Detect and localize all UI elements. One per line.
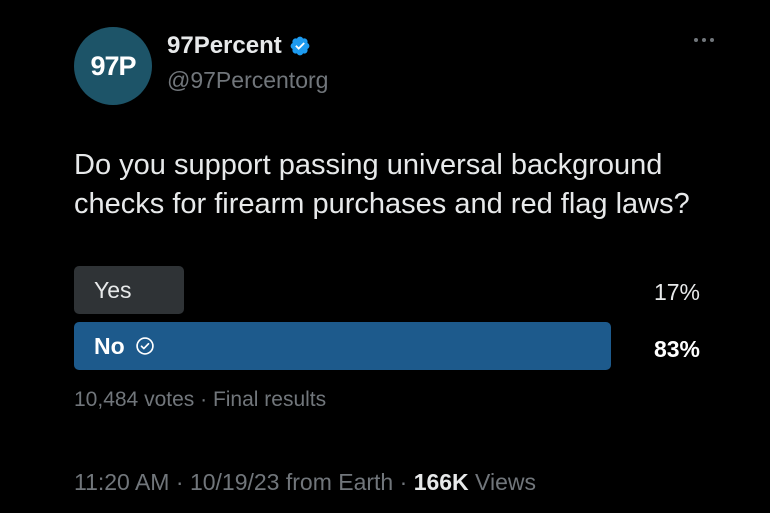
tweet-time[interactable]: 11:20 AM [74, 469, 169, 495]
poll-option-no: No [74, 322, 611, 370]
poll-option-label: No [94, 332, 125, 359]
separator: · [194, 388, 213, 411]
avatar[interactable]: 97P [74, 27, 152, 105]
display-name[interactable]: 97Percent [167, 32, 311, 60]
poll-option-yes: Yes [74, 266, 184, 314]
check-circle-icon [135, 337, 154, 355]
more-options-icon[interactable] [694, 38, 714, 42]
poll-option-percent: 17% [653, 279, 700, 305]
tweet-source: from Earth [279, 469, 394, 495]
avatar-text: 97P [90, 50, 136, 81]
divider [74, 438, 734, 439]
poll-option-percent: 83% [653, 336, 700, 362]
tweet-date[interactable]: 10/19/23 [190, 469, 280, 495]
tweet-text: Do you support passing universal backgro… [74, 149, 690, 220]
display-name-text: 97Percent [167, 32, 282, 59]
vote-count: 10,484 votes [74, 388, 195, 411]
views-label: Views [468, 469, 536, 495]
poll-summary: 10,484 votes · Final results [74, 388, 326, 412]
verified-badge-icon [290, 36, 310, 56]
separator: · [169, 469, 190, 495]
poll-status: Final results [212, 388, 327, 411]
tweet-meta: 11:20 AM · 10/19/23 from Earth · 166K Vi… [74, 469, 536, 496]
poll-option-label: Yes [94, 276, 132, 303]
user-handle[interactable]: @97Percentorg [167, 67, 328, 94]
separator: · [393, 469, 414, 495]
views-count[interactable]: 166K [414, 469, 469, 495]
